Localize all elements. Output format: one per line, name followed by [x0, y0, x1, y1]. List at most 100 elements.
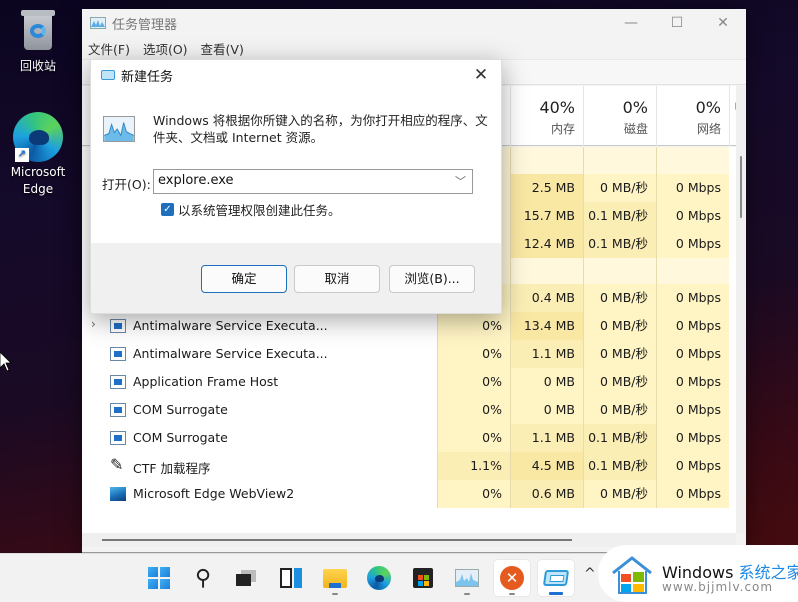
- cell-net: 0 Mbps: [656, 452, 729, 480]
- column-header-network[interactable]: 0% 网络: [656, 86, 729, 146]
- process-icon: [110, 431, 126, 445]
- taskbar-error-app[interactable]: ✕: [494, 560, 530, 596]
- taskbar-store[interactable]: [405, 560, 441, 596]
- table-row[interactable]: CTF 加载程序 1.1%4.5 MB0.1 MB/秒0 Mbps: [82, 452, 736, 480]
- task-manager-icon: [103, 116, 135, 142]
- cell-disk: 0.1 MB/秒: [583, 424, 656, 452]
- process-icon: [110, 319, 126, 333]
- cell-disk: 0.1 MB/秒: [583, 452, 656, 480]
- cell-disk: [583, 147, 656, 174]
- store-icon: [413, 568, 433, 588]
- taskbar-search-button[interactable]: ⚲: [185, 560, 221, 596]
- process-name: Antimalware Service Executa...: [133, 318, 328, 333]
- process-name: CTF 加载程序: [133, 461, 211, 476]
- cell-mem: [510, 147, 583, 174]
- cell-disk: 0 MB/秒: [583, 174, 656, 202]
- taskbar-run-dialog[interactable]: [538, 560, 574, 596]
- table-row[interactable]: COM Surrogate 0% 1.1 MB 0.1 MB/秒 0 Mbps: [82, 424, 736, 452]
- close-button[interactable]: ✕: [700, 9, 746, 37]
- cell-mem: 13.4 MB: [510, 312, 583, 340]
- cell-net: [656, 147, 729, 174]
- cancel-button[interactable]: 取消: [294, 265, 380, 293]
- minimize-button[interactable]: —: [608, 9, 654, 37]
- table-row[interactable]: › Antimalware Service Executa... 0% 13.4 MB…: [82, 312, 736, 340]
- admin-privileges-checkbox[interactable]: ✓ 以系统管理权限创建此任务。: [161, 200, 341, 219]
- cell-net: 0 Mbps: [656, 284, 729, 312]
- open-input[interactable]: explore.exe: [158, 173, 234, 188]
- cell-disk: 0 MB/秒: [583, 340, 656, 368]
- cell-net: 0 Mbps: [656, 174, 729, 202]
- cell-net: 0 Mbps: [656, 312, 729, 340]
- table-row[interactable]: Microsoft Edge WebView2 0% 0.6 MB 0 MB/秒 0 M…: [82, 480, 736, 508]
- cell-mem: 0 MB: [510, 368, 583, 396]
- cell-disk: 0 MB/秒: [583, 312, 656, 340]
- browse-button[interactable]: 浏览(B)...: [389, 265, 475, 293]
- search-icon: ⚲: [194, 565, 212, 591]
- taskbar-file-explorer[interactable]: [317, 560, 353, 596]
- dialog-close-button[interactable]: ✕: [467, 63, 495, 87]
- vertical-scrollbar[interactable]: [736, 86, 746, 533]
- process-icon: [110, 403, 126, 417]
- ok-button[interactable]: 确定: [201, 265, 287, 293]
- process-icon: [110, 375, 126, 389]
- memory-percent: 40%: [539, 98, 575, 117]
- desktop-icon-label: Microsoft Edge: [10, 165, 66, 196]
- menu-file[interactable]: 文件(F): [88, 39, 130, 58]
- cell-net: 0 Mbps: [656, 368, 729, 396]
- taskbar-task-view-button[interactable]: [228, 560, 264, 596]
- chevron-right-icon[interactable]: ›: [91, 317, 96, 331]
- dialog-title: 新建任务: [121, 69, 174, 85]
- open-combobox[interactable]: explore.exe ﹀: [153, 169, 473, 194]
- dialog-description: Windows 将根据你所键入的名称，为你打开相应的程序、文件夹、文档或 Int…: [153, 113, 488, 145]
- cell-mem: 0 MB: [510, 396, 583, 424]
- run-icon: [542, 570, 570, 586]
- cell-disk: 0 MB/秒: [583, 284, 656, 312]
- table-row[interactable]: Application Frame Host 0% 0 MB 0 MB/秒 0 Mbps: [82, 368, 736, 396]
- tray-overflow-chevron-icon[interactable]: ^: [584, 566, 596, 582]
- process-name: Antimalware Service Executa...: [133, 346, 328, 361]
- cell-disk: 0.1 MB/秒: [583, 202, 656, 230]
- taskbar-start-button[interactable]: [141, 560, 177, 596]
- cell-net: 0 Mbps: [656, 202, 729, 230]
- disk-percent: 0%: [622, 98, 648, 117]
- cell-cpu: 1.1%: [437, 452, 510, 480]
- menu-view[interactable]: 查看(V): [201, 39, 244, 58]
- menu-bar: 文件(F) 选项(O) 查看(V): [82, 37, 746, 59]
- taskbar-task-manager[interactable]: [449, 560, 485, 596]
- scrollbar-thumb[interactable]: [740, 156, 742, 218]
- process-name: COM Surrogate: [133, 430, 228, 445]
- cell-cpu: 0%: [437, 312, 510, 340]
- create-new-task-dialog: 新建任务 ✕ Windows 将根据你所键入的名称，为你打开相应的程序、文件夹、…: [90, 59, 502, 314]
- desktop-icon-recycle-bin[interactable]: 回收站: [0, 10, 76, 75]
- cell-net: 0 Mbps: [656, 340, 729, 368]
- desktop-icon-edge[interactable]: ↗ Microsoft Edge: [0, 112, 76, 198]
- desktop-icon-label: 回收站: [19, 59, 56, 73]
- taskbar-widgets-button[interactable]: [273, 560, 309, 596]
- table-row[interactable]: COM Surrogate 0% 0 MB 0 MB/秒 0 Mbps: [82, 396, 736, 424]
- dialog-title-bar: 新建任务: [91, 60, 501, 90]
- maximize-button[interactable]: ☐: [654, 9, 700, 37]
- column-header-disk[interactable]: 0% 磁盘: [583, 86, 656, 146]
- open-label: 打开(O):: [102, 177, 151, 192]
- process-name: Application Frame Host: [133, 374, 279, 389]
- scrollbar-thumb[interactable]: [102, 539, 572, 541]
- disk-label: 磁盘: [623, 122, 648, 136]
- checkbox-checked-icon[interactable]: ✓: [161, 203, 174, 216]
- widgets-icon: [280, 568, 302, 588]
- column-header-memory[interactable]: 40% 内存: [510, 86, 583, 146]
- cell-cpu: 0%: [437, 340, 510, 368]
- cell-net: 0 Mbps: [656, 480, 729, 508]
- chevron-down-icon[interactable]: ﹀: [455, 173, 466, 189]
- edge-icon: ↗: [13, 112, 63, 162]
- memory-label: 内存: [550, 122, 575, 136]
- edge-icon: [367, 566, 391, 590]
- admin-checkbox-label: 以系统管理权限创建此任务。: [178, 203, 341, 218]
- network-label: 网络: [696, 122, 721, 136]
- mouse-cursor-icon: [0, 352, 12, 372]
- menu-options[interactable]: 选项(O): [143, 39, 188, 58]
- table-row[interactable]: Antimalware Service Executa... 0% 1.1 MB 0 …: [82, 340, 736, 368]
- cell-cpu: 0%: [437, 480, 510, 508]
- taskbar-edge[interactable]: [361, 560, 397, 596]
- cell-mem: 15.7 MB: [510, 202, 583, 230]
- task-manager-icon: [455, 569, 479, 587]
